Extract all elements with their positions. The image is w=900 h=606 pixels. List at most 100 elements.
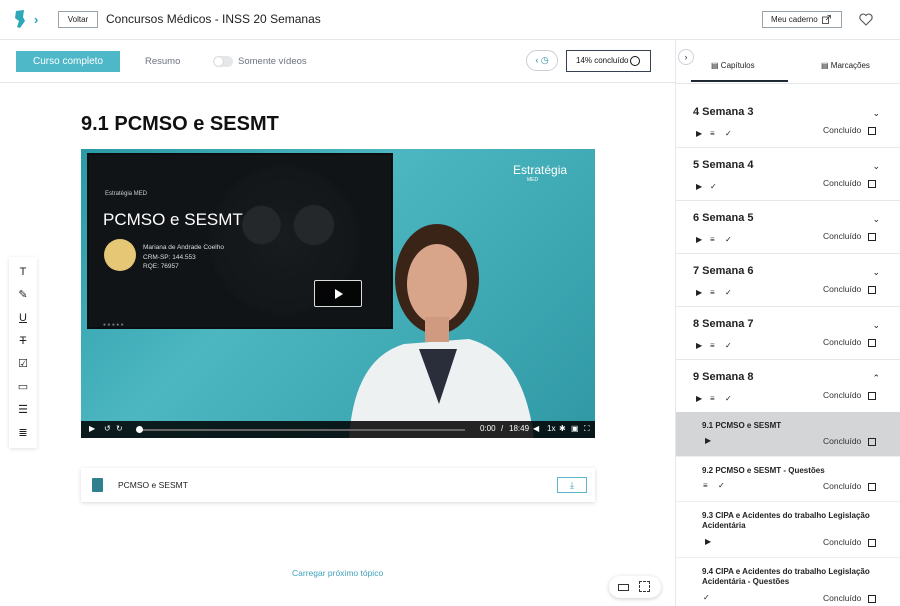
time-separator: / <box>501 424 504 433</box>
lesson-title: 9.1 PCMSO e SESMT <box>702 421 782 430</box>
done-label: Concluído <box>823 284 862 294</box>
notebook-button[interactable]: Meu caderno <box>762 11 842 28</box>
chevron-up-icon[interactable]: ⌃ <box>872 373 880 384</box>
favorite-heart-icon[interactable] <box>859 13 873 26</box>
full-course-button[interactable]: Curso completo <box>16 51 120 72</box>
volume-icon[interactable]: ◀ <box>533 424 539 433</box>
indent-icon[interactable]: ☰ <box>16 403 30 417</box>
done-checkbox[interactable] <box>868 286 876 294</box>
download-icon: ⤓ <box>570 480 574 490</box>
week-item[interactable]: 7 Semana 6 ⌄ ▶ ≡ ✓ Concluído <box>676 254 900 307</box>
underline-icon[interactable]: U <box>16 311 30 325</box>
comment-icon[interactable]: ▭ <box>16 380 30 394</box>
video-icon: ▶ <box>696 129 703 138</box>
slide-dots: ● ● ● ● ● <box>103 322 124 328</box>
done-checkbox[interactable] <box>868 180 876 188</box>
strikethrough-icon[interactable]: T <box>16 334 30 348</box>
tabs-divider <box>676 83 900 84</box>
bookmarks-tab-icon: ▤ <box>821 61 829 70</box>
done-label: Concluído <box>823 436 862 446</box>
collapse-sidebar-button[interactable]: › <box>678 49 694 65</box>
text-icon: ≡ <box>703 481 708 490</box>
week-item[interactable]: 5 Semana 4 ⌄ ▶ ✓ Concluído <box>676 148 900 201</box>
check-icon: ✓ <box>718 481 725 490</box>
done-checkbox[interactable] <box>868 127 876 135</box>
chevron-down-icon[interactable]: ⌄ <box>872 267 880 278</box>
timer-button[interactable]: ‹ ◷ <box>526 50 558 71</box>
done-checkbox[interactable] <box>868 438 876 446</box>
duration: 18:49 <box>509 424 530 433</box>
instructor-name: Mariana de Andrade Coelho <box>143 244 224 251</box>
tab-bookmarks[interactable]: ▤ Marcações <box>821 61 870 70</box>
load-next-topic-link[interactable]: Carregar próximo tópico <box>292 568 383 578</box>
chevron-down-icon[interactable]: ⌄ <box>872 161 880 172</box>
bookmarks-tab-label: Marcações <box>830 61 870 70</box>
done-label: Concluído <box>823 390 862 400</box>
instructor-avatar <box>104 239 136 271</box>
pen-icon[interactable]: ✎ <box>16 288 30 302</box>
text-icon: ≡ <box>710 394 715 403</box>
instructor-info: Mariana de Andrade Coelho CRM-SP: 144.55… <box>143 243 224 272</box>
theater-mode-icon[interactable] <box>618 584 629 591</box>
text-size-icon[interactable]: T <box>16 265 30 279</box>
lesson-item-active[interactable]: 9.1 PCMSO e SESMT ▶ Concluído <box>676 412 900 457</box>
done-checkbox[interactable] <box>868 392 876 400</box>
video-player[interactable]: Estratégia MED PCMSO e SESMT Mariana de … <box>81 149 595 438</box>
video-icon: ▶ <box>705 537 712 546</box>
done-label: Concluído <box>823 481 862 491</box>
note-edit-icon[interactable]: ☑ <box>16 357 30 371</box>
week-title: 9 Semana 8 <box>693 371 754 383</box>
video-controls: ▶ ↺ ↻ 0:00 / 18:49 ◀ 1x ✱ ▣ ⛶ <box>81 421 595 438</box>
video-progress-bar[interactable] <box>136 426 465 433</box>
videos-only-toggle[interactable] <box>213 56 233 67</box>
chevron-down-icon[interactable]: ⌄ <box>872 214 880 225</box>
course-title: Concursos Médicos - INSS 20 Semanas <box>106 12 321 26</box>
download-button[interactable]: ⤓ <box>557 477 587 493</box>
instructor-figure <box>349 224 534 438</box>
lesson-title: 9.3 CIPA e Acidentes do trabalho Legisla… <box>702 511 870 530</box>
back-button[interactable]: Voltar <box>58 11 98 28</box>
slide-brand: Estratégia MED <box>105 191 148 197</box>
rewind-icon[interactable]: ↺ <box>104 424 111 433</box>
estrategia-logo-icon[interactable] <box>14 9 26 29</box>
chevron-down-icon[interactable]: ⌄ <box>872 320 880 331</box>
chevron-down-icon[interactable]: ⌄ <box>872 108 880 119</box>
notebook-label: Meu caderno <box>771 15 818 24</box>
playback-speed[interactable]: 1x <box>547 424 555 433</box>
summary-tab[interactable]: Resumo <box>145 56 180 67</box>
week-item[interactable]: 8 Semana 7 ⌄ ▶ ≡ ✓ Concluído <box>676 307 900 360</box>
done-label: Concluído <box>823 593 862 603</box>
check-icon: ✓ <box>710 182 717 191</box>
video-brand-logo-text: Estratégia <box>513 163 568 177</box>
settings-gear-icon[interactable]: ✱ <box>559 424 566 433</box>
lesson-title: 9.4 CIPA e Acidentes do trabalho Legisla… <box>702 567 870 586</box>
done-checkbox[interactable] <box>868 483 876 491</box>
chevron-right-icon[interactable]: › <box>34 12 38 27</box>
done-label: Concluído <box>823 231 862 241</box>
fullscreen-icon[interactable]: ⛶ <box>584 424 590 434</box>
week-item[interactable]: 4 Semana 3 ⌄ ▶ ≡ ✓ Concluído <box>676 95 900 148</box>
done-checkbox[interactable] <box>868 595 876 603</box>
list-icon[interactable]: ≣ <box>16 426 30 440</box>
text-icon: ≡ <box>710 288 715 297</box>
expand-icon[interactable] <box>639 581 650 592</box>
week-title: 5 Semana 4 <box>693 159 754 171</box>
tab-chapters[interactable]: ▤ Capítulos <box>711 61 755 70</box>
lesson-item[interactable]: 9.4 CIPA e Acidentes do trabalho Legisla… <box>676 558 900 606</box>
forward-icon[interactable]: ↻ <box>116 424 123 433</box>
done-checkbox[interactable] <box>868 339 876 347</box>
play-overlay-button[interactable] <box>314 280 362 307</box>
lesson-item[interactable]: 9.3 CIPA e Acidentes do trabalho Legisla… <box>676 502 900 558</box>
play-icon[interactable]: ▶ <box>89 424 95 433</box>
week-title: 6 Semana 5 <box>693 212 754 224</box>
progress-button[interactable]: 14% concluído <box>566 50 651 72</box>
check-icon: ✓ <box>725 394 732 403</box>
week-item[interactable]: 6 Semana 5 ⌄ ▶ ≡ ✓ Concluído <box>676 201 900 254</box>
pip-icon[interactable]: ▣ <box>571 424 579 433</box>
week-item-expanded[interactable]: 9 Semana 8 ⌃ ▶ ≡ ✓ Concluído <box>676 360 900 413</box>
lesson-item[interactable]: 9.2 PCMSO e SESMT - Questões ≡ ✓ Concluí… <box>676 457 900 502</box>
content-toolbar: Curso completo Resumo Somente vídeos ‹ ◷… <box>0 40 675 83</box>
annotation-toolbar: T ✎ U T ☑ ▭ ☰ ≣ <box>9 257 37 448</box>
done-checkbox[interactable] <box>868 233 876 241</box>
done-checkbox[interactable] <box>868 539 876 547</box>
